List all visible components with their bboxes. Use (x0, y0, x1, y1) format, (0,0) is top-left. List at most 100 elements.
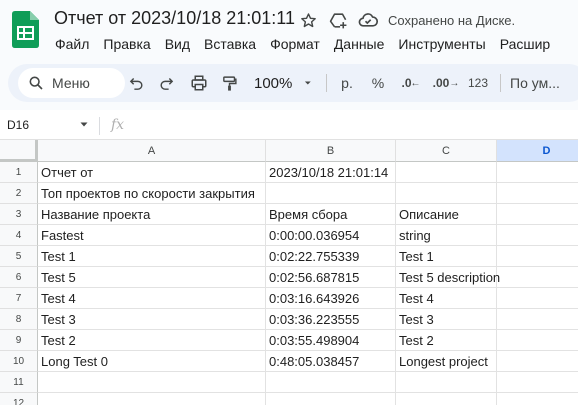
cell-c[interactable]: Test 1 (396, 246, 497, 267)
cell-c[interactable]: Test 4 (396, 288, 497, 309)
cell-d[interactable] (497, 351, 578, 372)
menu-file[interactable]: Файл (48, 36, 96, 52)
cell-d[interactable] (497, 288, 578, 309)
formula-bar-divider (99, 117, 100, 135)
percent-format-button[interactable]: % (369, 70, 387, 96)
redo-button[interactable] (155, 70, 177, 96)
cell-a[interactable]: Test 4 (38, 288, 266, 309)
cell-b[interactable]: 0:02:56.687815 (266, 267, 396, 288)
row-header[interactable]: 6 (0, 267, 38, 288)
cell-b[interactable] (266, 393, 396, 405)
row-header[interactable]: 1 (0, 162, 38, 183)
row-header[interactable]: 2 (0, 183, 38, 204)
cell-a[interactable]: Test 2 (38, 330, 266, 351)
cell-b[interactable] (266, 372, 396, 393)
row-header[interactable]: 5 (0, 246, 38, 267)
cell-value: Test 1 (41, 248, 76, 264)
cell-value: 0:02:56.687815 (269, 269, 360, 285)
cell-d[interactable] (497, 246, 578, 267)
cell-b[interactable]: 2023/10/18 21:01:14 (266, 162, 396, 183)
cell-a[interactable]: Long Test 0 (38, 351, 266, 372)
more-formats-button[interactable]: 123 (466, 70, 490, 96)
cell-c[interactable] (396, 372, 497, 393)
cloud-saved-icon[interactable] (358, 10, 378, 30)
cell-d[interactable] (497, 225, 578, 246)
document-title[interactable]: Отчет от 2023/10/18 21:01:11 (54, 8, 295, 29)
undo-button[interactable] (125, 70, 147, 96)
cell-b[interactable]: 0:02:22.755339 (266, 246, 396, 267)
row-header[interactable]: 3 (0, 204, 38, 225)
menu-insert[interactable]: Вставка (197, 36, 263, 52)
font-family-select[interactable]: По ум... (510, 70, 578, 96)
column-header-a[interactable]: A (38, 140, 266, 162)
cell-d[interactable] (497, 330, 578, 351)
name-box[interactable]: D16 (7, 118, 29, 132)
cell-value: Long Test 0 (41, 353, 108, 369)
move-to-folder-icon[interactable] (328, 10, 348, 30)
column-header-b[interactable]: B (266, 140, 396, 162)
menu-search-button[interactable]: Меню (18, 68, 125, 98)
row-header[interactable]: 12 (0, 393, 38, 405)
cell-c[interactable]: Test 3 (396, 309, 497, 330)
cell-c[interactable]: Test 5 description (396, 267, 500, 288)
decrease-decimal-button[interactable]: .0 ← (400, 70, 422, 96)
row-header[interactable]: 7 (0, 288, 38, 309)
cell-d[interactable] (497, 393, 578, 405)
spreadsheet-grid[interactable]: A B C D 1 Отчет от 2023/10/18 21:01:14 2 Топ… (0, 140, 578, 405)
menu-extensions[interactable]: Расшир (493, 36, 558, 52)
cell-c[interactable] (396, 183, 497, 204)
cell-b[interactable]: 0:03:36.223555 (266, 309, 396, 330)
select-all-corner[interactable] (0, 140, 38, 162)
cell-c[interactable]: Longest project (396, 351, 497, 372)
paint-format-button[interactable] (218, 70, 240, 96)
row-header[interactable]: 4 (0, 225, 38, 246)
menu-format[interactable]: Формат (263, 36, 327, 52)
cell-b[interactable] (266, 183, 396, 204)
cell-d[interactable] (497, 372, 578, 393)
name-box-dropdown-icon[interactable] (78, 120, 90, 130)
cell-a[interactable] (38, 372, 266, 393)
cell-b[interactable]: Время сбора (266, 204, 396, 225)
cell-value: Longest project (399, 353, 488, 369)
row-header[interactable]: 8 (0, 309, 38, 330)
cell-b[interactable]: 0:48:05.038457 (266, 351, 396, 372)
cell-d[interactable] (497, 183, 578, 204)
cell-b[interactable]: 0:00:00.036954 (266, 225, 396, 246)
increase-decimal-button[interactable]: .00 → (433, 70, 460, 96)
zoom-select[interactable]: 100% (254, 70, 314, 96)
cell-c[interactable]: Test 2 (396, 330, 497, 351)
column-header-d[interactable]: D (497, 140, 578, 162)
cell-a[interactable]: Test 1 (38, 246, 266, 267)
column-header-c[interactable]: C (396, 140, 497, 162)
cell-a[interactable] (38, 393, 266, 405)
cell-a[interactable]: Test 5 (38, 267, 266, 288)
cell-c[interactable]: Описание (396, 204, 497, 225)
row-header[interactable]: 9 (0, 330, 38, 351)
cell-b[interactable]: 0:03:16.643926 (266, 288, 396, 309)
cell-c[interactable] (396, 162, 497, 183)
cell-a[interactable]: Название проекта (38, 204, 266, 225)
sheets-logo-icon[interactable] (12, 11, 39, 48)
cell-a[interactable]: Отчет от (38, 162, 266, 183)
cell-d[interactable] (497, 204, 578, 225)
star-icon[interactable] (298, 10, 318, 30)
row-header[interactable]: 10 (0, 351, 38, 372)
cell-a[interactable]: Fastest (38, 225, 266, 246)
print-button[interactable] (188, 70, 210, 96)
cell-value: Время сбора (269, 206, 348, 222)
currency-format-button[interactable]: р. (338, 70, 356, 96)
menu-tools[interactable]: Инструменты (391, 36, 492, 52)
print-icon (191, 75, 207, 91)
cell-b[interactable]: 0:03:55.498904 (266, 330, 396, 351)
row-header[interactable]: 11 (0, 372, 38, 393)
menu-data[interactable]: Данные (327, 36, 392, 52)
cell-d[interactable] (497, 162, 578, 183)
cell-c[interactable] (396, 393, 497, 405)
menu-view[interactable]: Вид (158, 36, 197, 52)
cell-d[interactable] (497, 267, 578, 288)
menu-edit[interactable]: Правка (96, 36, 157, 52)
cell-a[interactable]: Test 3 (38, 309, 266, 330)
cell-d[interactable] (497, 309, 578, 330)
cell-c[interactable]: string (396, 225, 497, 246)
cell-a[interactable]: Топ проектов по скорости закрытия (38, 183, 266, 204)
